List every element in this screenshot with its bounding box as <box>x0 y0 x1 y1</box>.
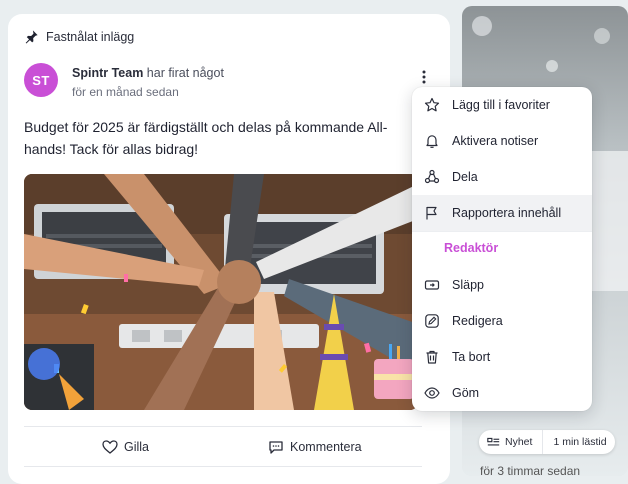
eye-icon <box>424 387 440 399</box>
pinned-label: Fastnålat inlägg <box>24 29 134 44</box>
menu-item-edit[interactable]: Redigera <box>412 303 592 339</box>
more-options-button[interactable] <box>412 66 436 88</box>
post-image[interactable] <box>24 174 418 410</box>
more-vertical-icon <box>422 70 426 84</box>
badge-type: Nyhet <box>487 436 532 449</box>
post-body: Budget för 2025 är färdigställt och dela… <box>24 119 388 157</box>
pin-icon <box>25 30 38 44</box>
star-icon <box>424 97 440 112</box>
news-badges: Nyhet 1 min lästid <box>479 430 615 454</box>
edit-icon <box>425 314 439 328</box>
read-time: 1 min lästid <box>553 436 607 448</box>
menu-item-delete[interactable]: Ta bort <box>412 339 592 375</box>
news-list-icon <box>487 437 500 446</box>
comment-icon <box>269 441 283 454</box>
teamwork-photo <box>24 174 418 410</box>
actions-divider-bottom <box>24 466 422 467</box>
menu-section-editor: Redaktör <box>444 241 499 255</box>
author-action: har firat något <box>146 66 224 80</box>
news-time: för 3 timmar sedan <box>480 464 581 478</box>
menu-item-enable-notifications[interactable]: Aktivera notiser <box>412 123 592 159</box>
trash-icon <box>426 350 438 364</box>
author-name[interactable]: Spintr Team <box>72 66 143 80</box>
flag-icon <box>426 206 437 220</box>
share-icon <box>424 169 440 184</box>
bell-icon <box>426 135 438 148</box>
heart-icon <box>102 440 118 454</box>
avatar[interactable]: ST <box>24 63 58 97</box>
menu-item-share[interactable]: Dela <box>412 159 592 195</box>
like-button[interactable]: Gilla <box>102 439 149 455</box>
actions-divider <box>24 426 422 427</box>
post-options-menu: Lägg till i favoriter Aktivera notiser D… <box>412 87 592 411</box>
menu-item-release[interactable]: Släpp <box>412 267 592 303</box>
menu-item-report-content[interactable]: Rapportera innehåll <box>412 195 592 231</box>
author-line: Spintr Team har firat något <box>72 66 224 80</box>
menu-item-hide[interactable]: Göm <box>412 375 592 411</box>
release-icon <box>424 280 440 290</box>
menu-item-add-favorite[interactable]: Lägg till i favoriter <box>412 87 592 123</box>
post-time: för en månad sedan <box>72 85 179 99</box>
menu-divider <box>412 231 592 232</box>
comment-button[interactable]: Kommentera <box>268 439 362 455</box>
post-card: Fastnålat inlägg ST Spintr Team har fira… <box>8 14 450 484</box>
